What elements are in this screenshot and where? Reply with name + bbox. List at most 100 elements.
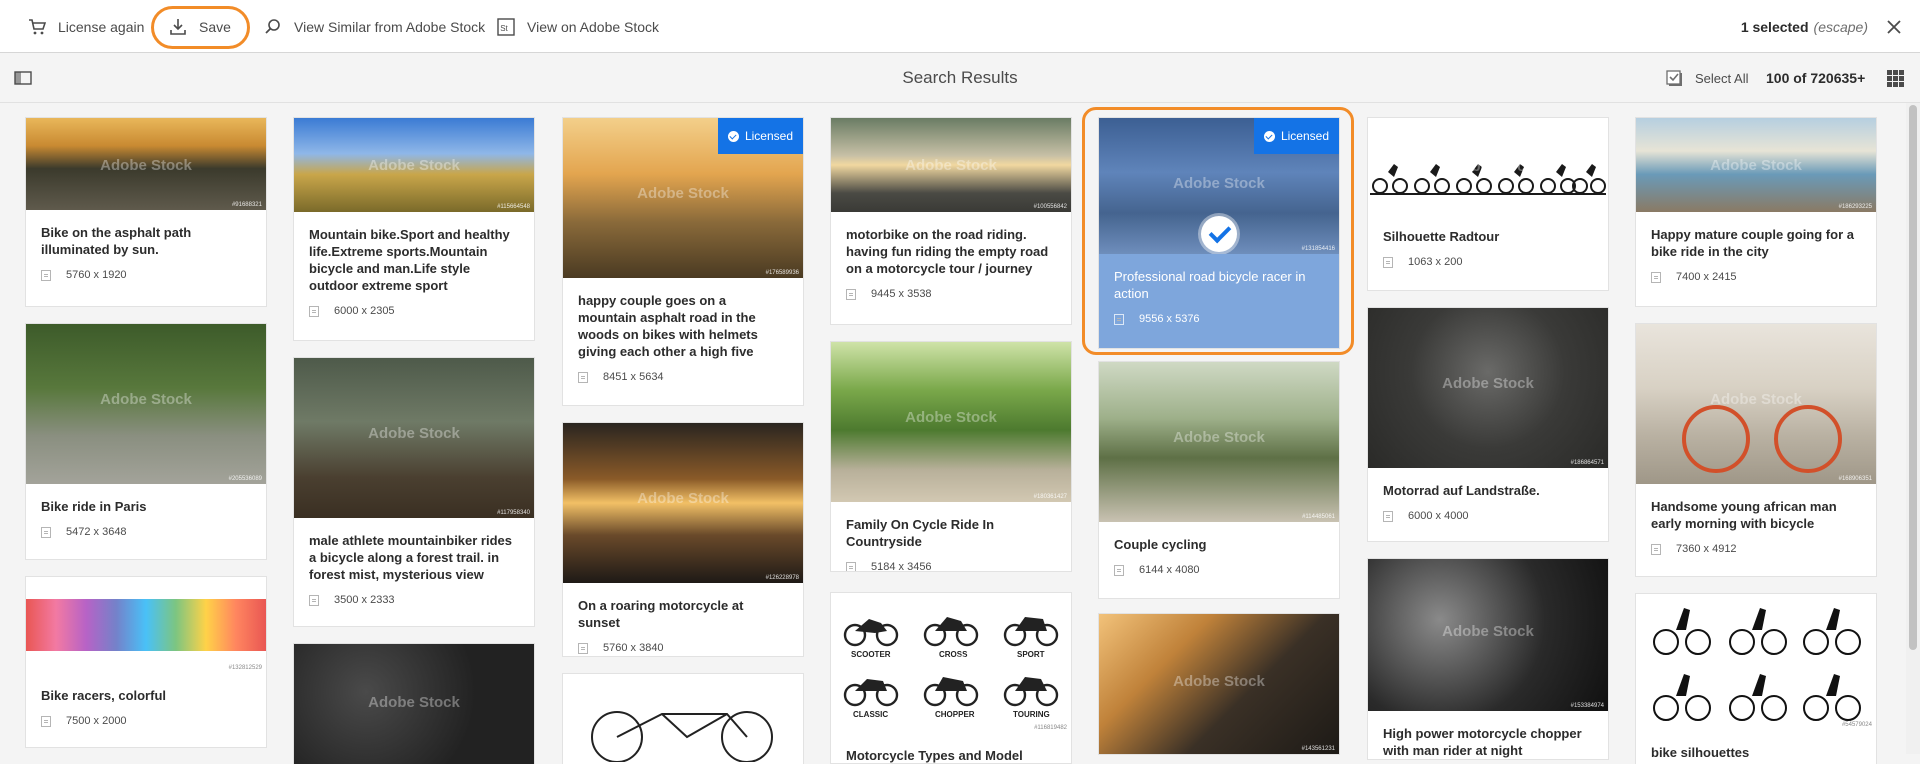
asset-card[interactable]: Adobe Stock #126228978 On a roaring moto…: [563, 423, 803, 656]
dimension-icon: [846, 561, 856, 571]
asset-id: #180361427: [1033, 494, 1067, 500]
dimension-icon: [1383, 510, 1393, 522]
asset-size: 7500 x 2000: [66, 715, 127, 727]
asset-thumbnail: Adobe Stock: [294, 644, 534, 764]
asset-id: #100556842: [1033, 204, 1067, 210]
search-icon: [265, 18, 280, 34]
view-on-stock-label: View on Adobe Stock: [527, 18, 660, 35]
asset-card-selected[interactable]: Adobe Stock #131854416 Licensed Professi…: [1099, 118, 1339, 348]
asset-card[interactable]: Adobe Stock #180361427 Family On Cycle R…: [831, 342, 1071, 571]
dimension-icon: [846, 288, 856, 300]
dimension-icon: [41, 715, 51, 727]
rail-toggle-icon[interactable]: [14, 71, 32, 85]
asset-size: 6144 x 4080: [1139, 564, 1200, 576]
asset-card[interactable]: Adobe Stock #205536089 Bike ride in Pari…: [26, 324, 266, 559]
watermark: Adobe Stock: [905, 409, 997, 427]
title-bar: Search Results Select All 100 of 720635+: [0, 53, 1920, 103]
asset-title: Motorcycle Types and Model Objects: [846, 748, 1023, 763]
watermark: Adobe Stock: [1442, 158, 1534, 176]
watermark: Adobe Stock: [1442, 375, 1534, 393]
dimension-icon: [1114, 313, 1124, 325]
asset-card[interactable]: Adobe Stock #100556842 motorbike on the …: [831, 118, 1071, 324]
asset-id: #186864571: [1570, 460, 1604, 466]
asset-thumbnail: Adobe Stock #168906351: [1636, 324, 1876, 484]
watermark: Adobe Stock: [368, 425, 460, 443]
cart-icon: [29, 18, 46, 34]
asset-card[interactable]: Adobe Stock #114485061 Couple cycling 61…: [1099, 362, 1339, 598]
asset-card[interactable]: Adobe Stock #168906351 Handsome young af…: [1636, 324, 1876, 576]
view-similar-button[interactable]: View Similar from Adobe Stock: [264, 0, 485, 53]
licensed-label: Licensed: [744, 129, 793, 143]
scrollbar-thumb[interactable]: [1909, 105, 1917, 650]
asset-title: Bike ride in Paris: [41, 499, 147, 514]
bike-silhouettes-illustration: [1653, 608, 1861, 721]
asset-id: #168906351: [1838, 476, 1872, 482]
asset-card[interactable]: Adobe Stock #143561231: [1099, 614, 1339, 754]
svg-text:St: St: [500, 24, 508, 33]
asset-size: 9556 x 5376: [1139, 313, 1200, 325]
watermark: Adobe Stock: [100, 156, 192, 174]
dimension-icon: [578, 642, 588, 654]
asset-thumbnail: Adobe Stock #126228978: [563, 423, 803, 583]
save-button[interactable]: Save: [169, 0, 231, 53]
asset-id: #143561231: [1301, 746, 1335, 752]
asset-thumbnail: Adobe Stock #205536089: [26, 324, 266, 484]
asset-card[interactable]: #54579024 bike silhouettes: [1636, 594, 1876, 764]
asset-title: male athlete mountainbiker rides a bicyc…: [309, 533, 513, 582]
select-all-button[interactable]: Select All: [1666, 53, 1748, 103]
asset-id: #117958340: [497, 510, 530, 516]
asset-thumbnail: Adobe Stock: [1368, 118, 1608, 214]
asset-title: motorbike on the road riding. having fun…: [846, 227, 1049, 276]
dimension-icon: [41, 526, 51, 538]
asset-size: 5760 x 1920: [66, 269, 127, 281]
grid-view-icon[interactable]: [1887, 70, 1904, 87]
asset-size: 1063 x 200: [1408, 256, 1463, 268]
licensed-badge: Licensed: [1253, 118, 1339, 154]
asset-card[interactable]: Adobe Stock #117958340 male athlete moun…: [294, 358, 534, 626]
download-icon: [170, 18, 186, 35]
stock-icon: St: [497, 17, 515, 36]
asset-thumbnail: Adobe Stock #91688321: [26, 118, 266, 210]
asset-card[interactable]: Adobe Stock Silhouette Radtour 1063 x 20…: [1368, 118, 1608, 290]
watermark: Adobe Stock: [1173, 672, 1265, 690]
asset-thumbnail: Adobe Stock #186293225: [1636, 118, 1876, 212]
asset-card[interactable]: [563, 674, 803, 764]
asset-card[interactable]: #132812529 Bike racers, colorful 7500 x …: [26, 577, 266, 747]
asset-thumbnail: Adobe Stock #176589936 Licensed: [563, 118, 803, 278]
asset-id: #131854416: [1301, 246, 1335, 252]
watermark: Adobe Stock: [1710, 157, 1802, 175]
result-count: 100 of 720635+: [1766, 70, 1866, 86]
asset-card[interactable]: Adobe Stock: [294, 644, 534, 764]
asset-card[interactable]: Adobe Stock #115664548 Mountain bike.Spo…: [294, 118, 534, 340]
asset-id: #205536089: [228, 476, 262, 482]
licensed-label: Licensed: [1280, 129, 1329, 143]
close-icon[interactable]: [1884, 17, 1904, 37]
asset-id: #126228978: [765, 575, 799, 581]
asset-title: Bike on the asphalt path illuminated by …: [41, 225, 192, 257]
svg-text:TOURING: TOURING: [1013, 710, 1050, 719]
scrollbar[interactable]: [1906, 103, 1920, 754]
asset-thumbnail: #132812529: [26, 577, 266, 673]
asset-thumbnail: Adobe Stock #186864571: [1368, 308, 1608, 468]
selected-check-icon[interactable]: [1201, 216, 1237, 252]
asset-card[interactable]: Adobe Stock #176589936 Licensed happy co…: [563, 118, 803, 405]
asset-card[interactable]: Adobe Stock #153384974 High power motorc…: [1368, 559, 1608, 759]
asset-size: 3500 x 2333: [334, 594, 395, 606]
view-on-stock-button[interactable]: St View on Adobe Stock: [497, 0, 659, 53]
asset-thumbnail: Adobe Stock #100556842: [831, 118, 1071, 212]
asset-id: #186293225: [1838, 204, 1872, 210]
asset-card[interactable]: Adobe Stock #91688321 Bike on the asphal…: [26, 118, 266, 306]
asset-card[interactable]: Adobe Stock #186293225 Happy mature coup…: [1636, 118, 1876, 306]
watermark: Adobe Stock: [905, 651, 997, 669]
asset-card[interactable]: SCOOTER CROSS SPORT CLASSIC CHOPPER TOURING …: [831, 593, 1071, 763]
asset-card[interactable]: Adobe Stock #186864571 Motorrad auf Land…: [1368, 308, 1608, 541]
asset-id: #115664548: [497, 204, 530, 210]
asset-thumbnail: [563, 674, 803, 764]
watermark: Adobe Stock: [637, 185, 729, 203]
bicycle-illustration: [591, 711, 773, 762]
asset-thumbnail: Adobe Stock #115664548: [294, 118, 534, 212]
license-again-button[interactable]: License again: [28, 0, 144, 53]
asset-size: 7400 x 2415: [1676, 271, 1737, 283]
view-similar-label: View Similar from Adobe Stock: [294, 18, 486, 35]
asset-size: 5472 x 3648: [66, 526, 127, 538]
